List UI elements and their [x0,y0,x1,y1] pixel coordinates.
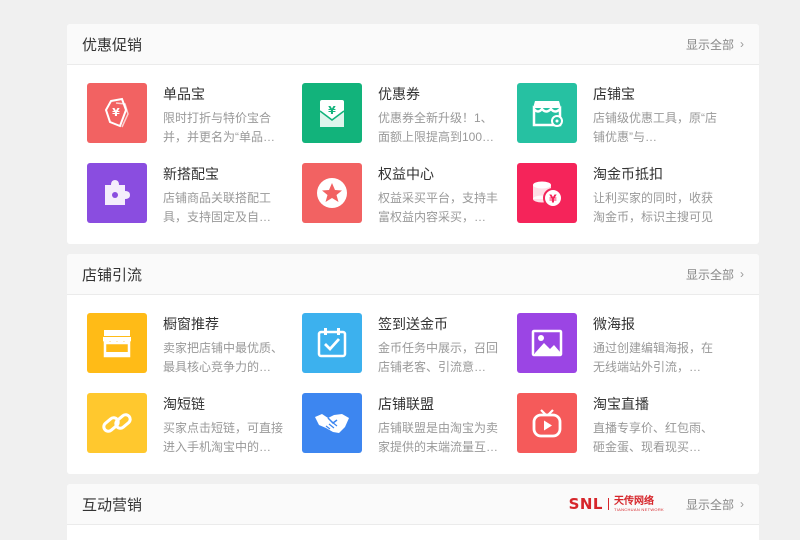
tile-text: 微海报通过创建编辑海报，在无线端站外引流，… [593,313,717,374]
tile-title: 新搭配宝 [163,166,219,182]
tile-description: 优惠券全新升级！1、面额上限提高到100… [378,111,495,144]
section-traffic: 店铺引流 显示全部 › 橱窗推荐卖家把店铺中最优质、最具核心竞争力的… 签到送金币… [67,254,759,474]
tool-tile[interactable]: 店铺联盟店铺联盟是由淘宝为卖家提供的末端流量互… [302,393,502,454]
tool-tile[interactable]: 新搭配宝店铺商品关联搭配工具，支持固定及自… [87,163,287,224]
show-all-link[interactable]: 显示全部 › [686,496,744,513]
tool-tile[interactable]: ¥ 淘金币抵扣让利买家的同时，收获淘金币，标识主搜可见 [517,163,717,224]
tool-tile[interactable]: 淘短链买家点击短链，可直接进入手机淘宝中的… [87,393,287,454]
tile-description: 店铺商品关联搭配工具，支持固定及自… [163,191,272,224]
tile-text: 店铺宝店铺级优惠工具，原“店铺优惠”与… [593,83,717,144]
tool-tile[interactable]: ¥ 优惠券优惠券全新升级！1、面额上限提高到100… [302,83,502,144]
tile-description: 让利买家的同时，收获淘金币，标识主搜可见 [593,191,714,224]
tool-tile[interactable]: 淘宝直播直播专享价、红包雨、砸金蛋、现看现买… [517,393,717,454]
storefront-icon [87,313,147,373]
svg-text:¥: ¥ [112,106,120,119]
puzzle-icon [87,163,147,223]
tile-title: 优惠券 [378,86,420,102]
section-header: 店铺引流 显示全部 › [67,254,759,295]
tile-description: 店铺联盟是由淘宝为卖家提供的末端流量互… [378,421,499,454]
show-all-link[interactable]: 显示全部 › [686,36,744,53]
section-title: 优惠促销 [82,36,143,54]
tile-title: 店铺宝 [593,86,635,102]
chevron-right-icon: › [740,497,744,511]
section-title: 店铺引流 [82,266,143,284]
show-all-label: 显示全部 [685,267,734,282]
tile-title: 店铺联盟 [378,396,434,412]
link-icon [87,393,147,453]
handshake-icon [302,393,362,453]
section-header: 互动营销 SNL 天传网络 TIANCHUAN NETWORK 显示全部 › [67,484,759,525]
tile-text: 淘短链买家点击短链，可直接进入手机淘宝中的… [163,393,287,454]
section-title: 互动营销 [82,496,143,514]
tile-description: 金币任务中展示，召回店铺老客、引流意… [378,341,499,374]
show-all-label: 显示全部 [685,497,734,512]
tile-title: 淘金币抵扣 [593,166,663,182]
logo-name: 天传网络 [613,496,654,507]
tile-description: 卖家把店铺中最优质、最具核心竞争力的… [163,341,284,374]
section-header: 优惠促销 显示全部 › [67,24,759,65]
tile-text: 淘金币抵扣让利买家的同时，收获淘金币，标识主搜可见 [593,163,717,224]
tile-title: 淘短链 [163,396,205,412]
logo-brand: SNL [568,495,603,513]
tool-tile[interactable]: 店铺宝店铺级优惠工具，原“店铺优惠”与… [517,83,717,144]
tile-description: 限时打折与特价宝合并，并更名为“单品… [163,111,275,144]
show-all-link[interactable]: 显示全部 › [686,266,744,283]
tile-text: 橱窗推荐卖家把店铺中最优质、最具核心竞争力的… [163,313,287,374]
logo-divider [607,498,609,510]
section-promotions: 优惠促销 显示全部 › ¥ 单品宝 限时打折与特价宝合并，并更名为“单品… ¥ 优惠券优… [67,24,759,244]
calendar-check-icon [302,313,362,373]
tool-tile[interactable]: 微海报通过创建编辑海报，在无线端站外引流，… [517,313,717,374]
tile-title: 微海报 [593,316,635,332]
watermark-logo: SNL 天传网络 TIANCHUAN NETWORK [569,495,664,513]
tile-text: 权益中心权益采买平台，支持丰富权益内容采买，… [378,163,502,224]
show-all-label: 显示全部 [685,37,734,52]
tile-text: 新搭配宝店铺商品关联搭配工具，支持固定及自… [163,163,287,224]
envelope-icon: ¥ [302,83,362,143]
tile-title: 权益中心 [378,166,434,182]
tool-tile[interactable]: 橱窗推荐卖家把店铺中最优质、最具核心竞争力的… [87,313,287,374]
tile-text: 淘宝直播直播专享价、红包雨、砸金蛋、现看现买… [593,393,717,454]
tile-description: 通过创建编辑海报，在无线端站外引流，… [593,341,714,374]
tile-description: 店铺级优惠工具，原“店铺优惠”与… [593,111,717,144]
tool-tile[interactable]: 签到送金币金币任务中展示，召回店铺老客、引流意… [302,313,502,374]
tool-tile[interactable]: ¥ 单品宝限时打折与特价宝合并，并更名为“单品… [87,83,287,144]
image-icon [517,313,577,373]
tile-title: 橱窗推荐 [163,316,219,332]
tile-description: 权益采买平台，支持丰富权益内容采买，… [378,191,499,224]
tile-title: 淘宝直播 [593,396,649,412]
tag-icon: ¥ [87,83,147,143]
tile-text: 优惠券优惠券全新升级！1、面额上限提高到100… [378,83,502,144]
chevron-right-icon: › [740,37,744,51]
tile-text: 店铺联盟店铺联盟是由淘宝为卖家提供的末端流量互… [378,393,502,454]
tile-title: 签到送金币 [378,316,448,332]
section-interactive: 互动营销 SNL 天传网络 TIANCHUAN NETWORK 显示全部 › [67,484,759,540]
tile-title: 单品宝 [163,86,205,102]
svg-text:¥: ¥ [549,193,557,206]
tool-tile[interactable]: 权益中心权益采买平台，支持丰富权益内容采买，… [302,163,502,224]
coins-icon: ¥ [517,163,577,223]
tile-description: 直播专享价、红包雨、砸金蛋、现看现买… [593,421,714,454]
star-icon [302,163,362,223]
chevron-right-icon: › [740,267,744,281]
shop-icon [517,83,577,143]
logo-sub: TIANCHUAN NETWORK [613,507,664,512]
tile-text: 签到送金币金币任务中展示，召回店铺老客、引流意… [378,313,502,374]
tile-description: 买家点击短链，可直接进入手机淘宝中的… [163,421,284,454]
tile-text: 单品宝限时打折与特价宝合并，并更名为“单品… [163,83,287,144]
live-tv-icon [517,393,577,453]
svg-text:¥: ¥ [328,104,336,117]
